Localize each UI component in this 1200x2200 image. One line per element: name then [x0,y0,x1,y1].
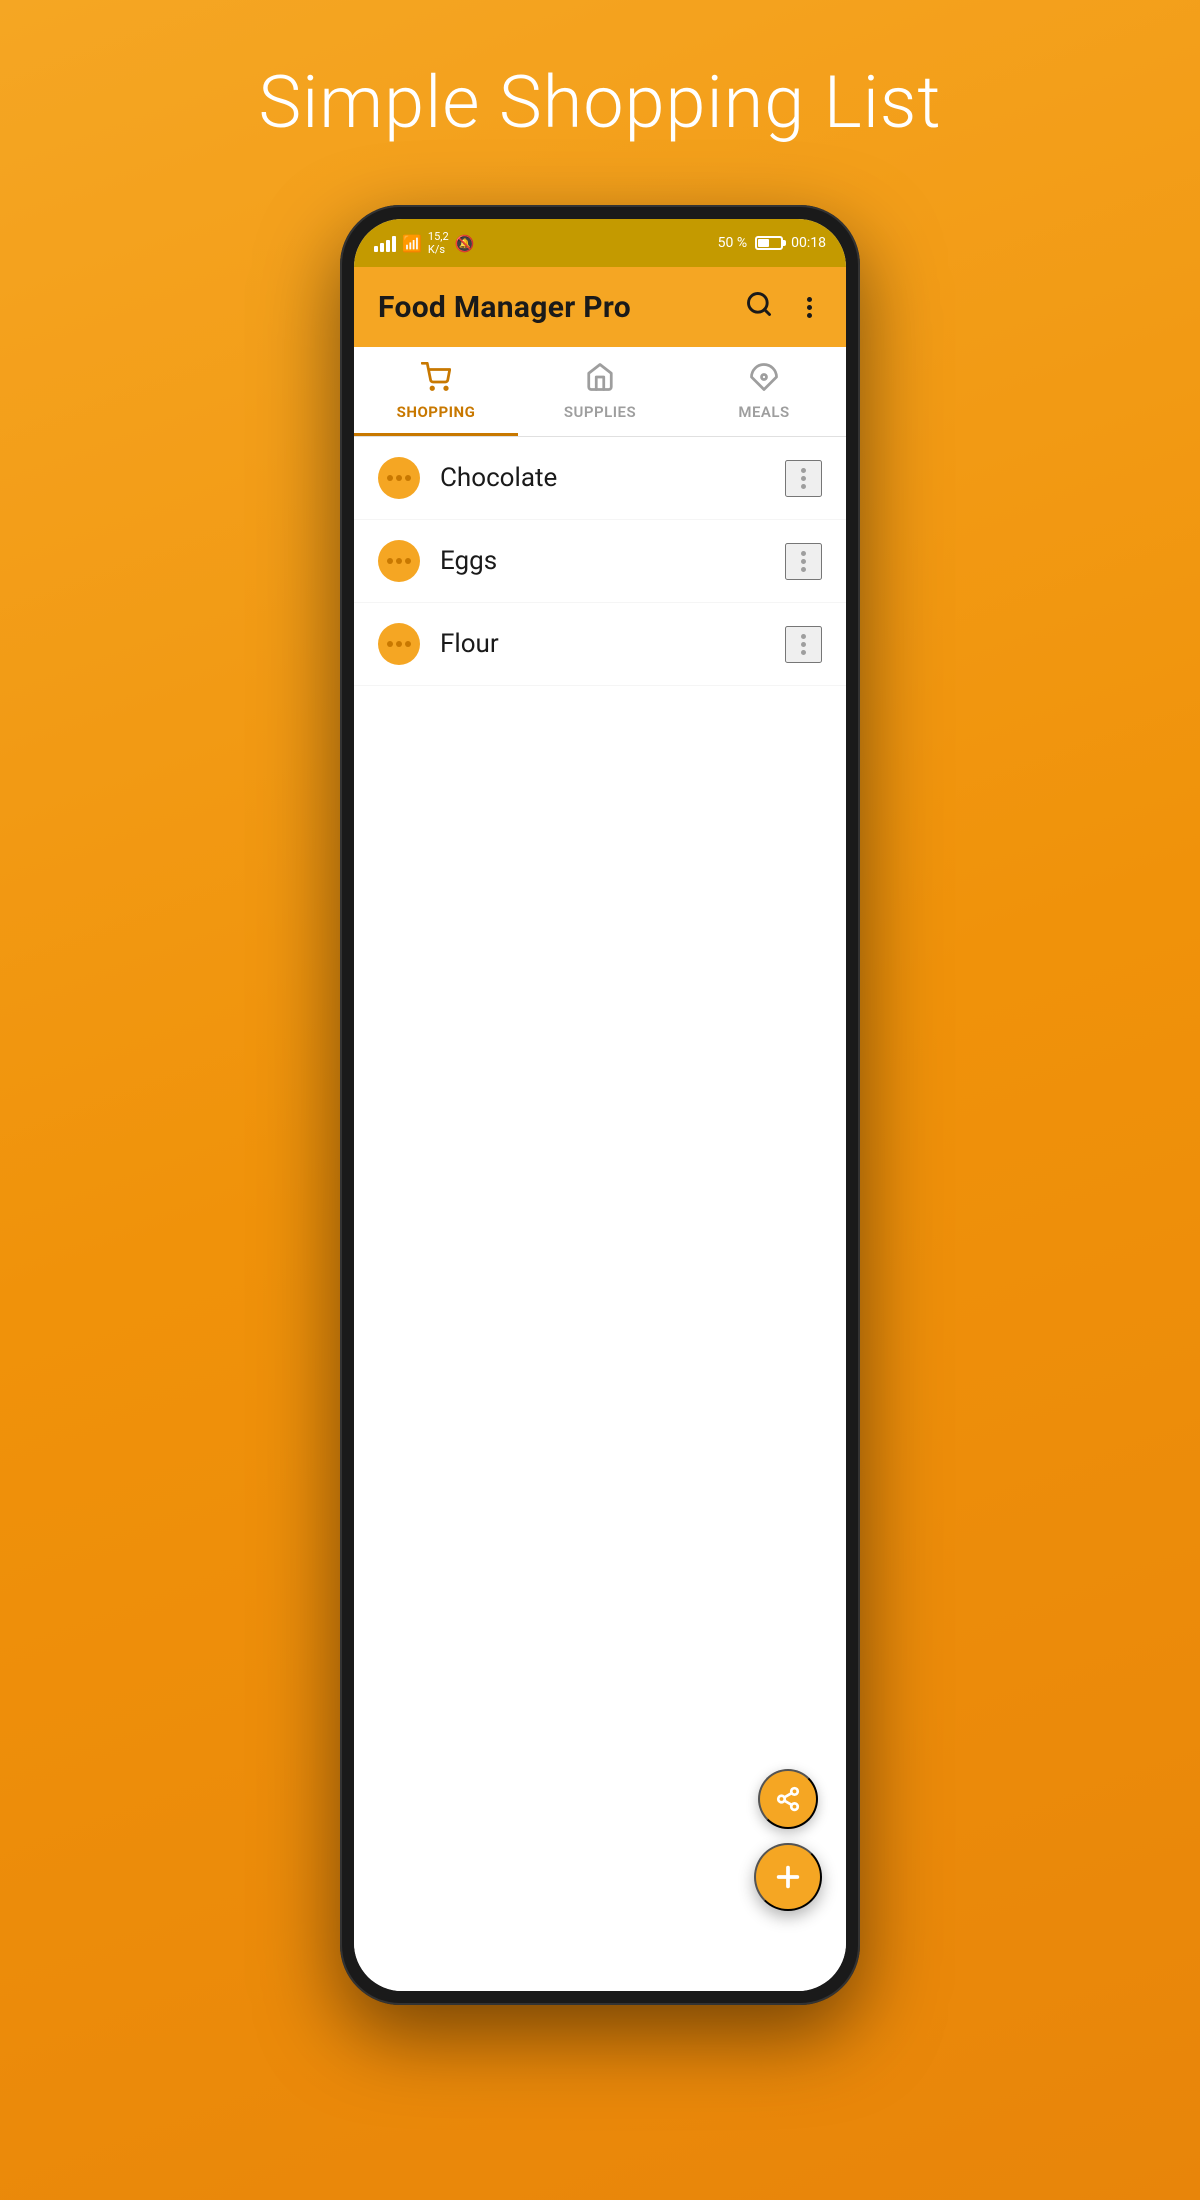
wifi-icon: 📶 [402,234,422,253]
phone-shell: 📶 15,2 K/s 🔕 50 % 00:18 Food Manager Pro [340,205,860,2005]
item-name: Flour [440,629,785,659]
item-status-dot [378,540,420,582]
time-display: 00:18 [791,235,826,251]
tab-supplies[interactable]: SUPPLIES [518,347,682,436]
signal-icon [374,234,396,252]
item-name: Chocolate [440,463,785,493]
notification-bell-icon: 🔕 [455,234,475,253]
item-status-dot [378,457,420,499]
phone-screen: 📶 15,2 K/s 🔕 50 % 00:18 Food Manager Pro [354,219,846,1991]
search-button[interactable] [741,286,777,329]
item-name: Eggs [440,546,785,576]
speed-indicator: 15,2 K/s [428,230,449,256]
share-fab-button[interactable] [758,1769,818,1829]
list-item[interactable]: Eggs [354,520,846,603]
pizza-icon [749,362,779,399]
app-bar: Food Manager Pro [354,267,846,347]
tab-shopping-label: SHOPPING [397,403,476,421]
status-bar: 📶 15,2 K/s 🔕 50 % 00:18 [354,219,846,267]
page-headline: Simple Shopping List [258,60,941,145]
app-title: Food Manager Pro [378,290,631,325]
list-item[interactable]: Chocolate [354,437,846,520]
tab-supplies-label: SUPPLIES [564,403,636,421]
more-menu-button[interactable] [797,291,822,324]
shopping-list: Chocolate Eg [354,437,846,1991]
tab-meals[interactable]: MEALS [682,347,846,436]
tab-shopping[interactable]: SHOPPING [354,347,518,436]
shopping-cart-icon [421,362,451,399]
tab-meals-label: MEALS [738,403,789,421]
item-status-dot [378,623,420,665]
add-item-fab-button[interactable] [754,1843,822,1911]
store-icon [585,362,615,399]
list-item[interactable]: Flour [354,603,846,686]
battery-icon [755,236,783,250]
item-more-button[interactable] [785,460,822,497]
battery-percent: 50 % [718,235,747,251]
tab-bar: SHOPPING SUPPLIES MEALS [354,347,846,437]
fab-container [754,1769,822,1911]
item-more-button[interactable] [785,543,822,580]
item-more-button[interactable] [785,626,822,663]
